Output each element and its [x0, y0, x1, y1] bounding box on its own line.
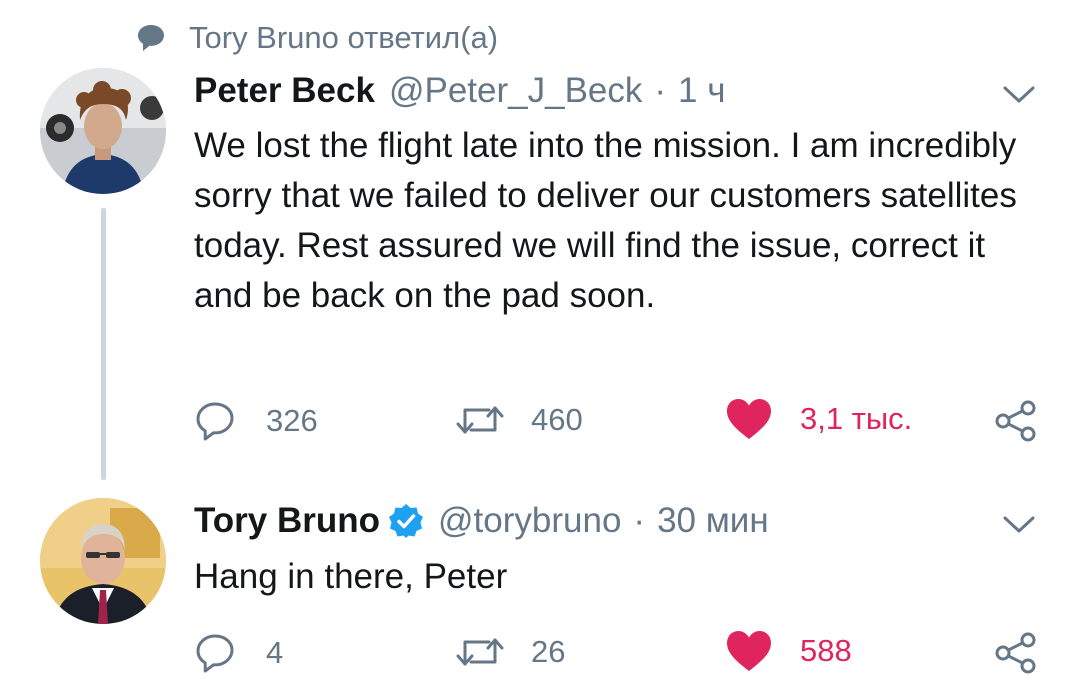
chevron-down-icon[interactable] [1001, 512, 1037, 536]
tweet-text: Hang in there, Peter [194, 557, 508, 596]
reply-icon [196, 402, 234, 441]
author-handle[interactable]: @torybruno [438, 501, 621, 541]
share-icon[interactable] [995, 400, 1037, 442]
thread-line [101, 208, 106, 480]
separator: · [654, 71, 667, 110]
like-button[interactable]: 588 [726, 630, 852, 672]
verified-badge-icon [389, 504, 424, 538]
heart-icon [727, 631, 771, 671]
tweet-timestamp[interactable]: 1 ч [678, 71, 725, 111]
heart-icon [727, 399, 771, 439]
author-name[interactable]: Tory Bruno [194, 501, 380, 541]
avatar-tory-bruno[interactable] [40, 498, 166, 624]
retweet-count: 26 [531, 634, 566, 669]
reply-context: Tory Bruno ответил(а) [135, 18, 498, 58]
chevron-down-icon[interactable] [1001, 82, 1037, 106]
like-count: 588 [800, 633, 852, 668]
separator: · [633, 501, 646, 540]
tweet-header: Peter Beck @Peter_J_Beck · 1 ч [194, 68, 725, 114]
avatar-peter-beck[interactable] [40, 68, 166, 194]
reply-count: 4 [266, 635, 284, 670]
like-button[interactable]: 3,1 тыс. [726, 398, 912, 440]
reply-count: 326 [266, 403, 318, 438]
like-count: 3,1 тыс. [800, 401, 913, 436]
retweet-icon [456, 638, 504, 666]
tweet-header: Tory Bruno @torybruno · 30 мин [194, 498, 769, 544]
tweet-timestamp[interactable]: 30 мин [657, 501, 769, 541]
reply-icon [196, 634, 234, 673]
speech-bubble-icon [138, 25, 164, 51]
author-handle[interactable]: @Peter_J_Beck [389, 71, 642, 111]
reply-button[interactable]: 326 [194, 400, 318, 442]
retweet-icon [456, 406, 504, 434]
author-name[interactable]: Peter Beck [194, 71, 375, 111]
retweet-count: 460 [531, 402, 583, 437]
tweet-text: We lost the flight late into the mission… [194, 126, 1017, 315]
retweet-button[interactable]: 460 [455, 400, 583, 440]
reply-context-text: Tory Bruno ответил(а) [189, 20, 499, 55]
share-icon[interactable] [995, 632, 1037, 674]
reply-button[interactable]: 4 [194, 632, 283, 674]
retweet-button[interactable]: 26 [455, 632, 565, 672]
